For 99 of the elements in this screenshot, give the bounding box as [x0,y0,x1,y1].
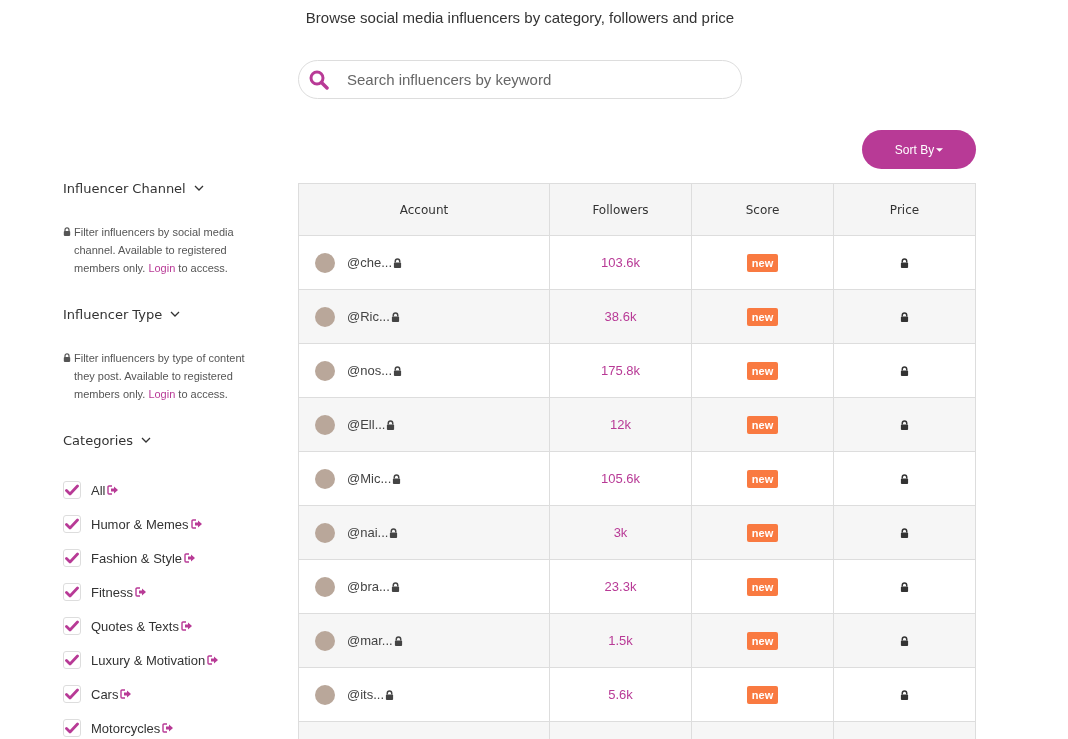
lock-icon [900,311,909,322]
lock-icon [900,581,909,592]
lock-icon [390,581,400,592]
follower-count: 103.6k [600,255,640,270]
category-label: Fashion & Style [91,550,183,566]
category-checkbox[interactable] [63,617,81,635]
account-handle[interactable]: @bra... [347,579,390,594]
sign-in-icon [134,587,147,597]
avatar-placeholder [315,306,335,327]
lock-icon [63,227,71,236]
account-handle[interactable]: @Ell... [347,417,386,432]
avatar-placeholder [315,522,335,543]
category-checkbox[interactable] [63,481,81,499]
sign-in-icon [162,723,175,733]
lock-icon [393,365,402,376]
lock-icon [385,689,395,700]
login-link[interactable]: Login [148,262,176,274]
avatar-placeholder [315,252,335,273]
account-handle[interactable]: @Ric... [347,309,390,324]
follower-count: 3k [613,525,628,540]
category-label: Luxury & Motivation [91,652,206,668]
locked-filter-note: Filter influencers by type of content they post. Available to registered members only. Login to access. [74,351,246,402]
follower-count: 175.8k [600,363,640,378]
category-label: Humor & Memes [91,516,189,532]
lock-icon [900,473,909,484]
avatar-placeholder [315,414,335,435]
avatar-placeholder [315,684,335,705]
score-badge: new [746,253,779,272]
lock-icon [900,257,909,268]
chevron-down-icon [193,185,204,191]
category-label: Motorcycles [91,720,161,736]
sign-in-icon [190,519,203,529]
sign-in-icon [180,621,193,631]
score-badge: new [746,631,779,650]
lock-icon [386,419,396,430]
category-checkbox[interactable] [63,719,81,737]
lock-icon [63,353,71,362]
category-checkbox[interactable] [63,583,81,601]
avatar-placeholder [315,468,335,489]
lock-icon [393,257,402,268]
column-header: Followers [550,184,692,235]
filter-section-toggle[interactable]: Influencer Type [63,305,298,323]
follower-count: 23.3k [604,579,637,594]
category-checkbox[interactable] [63,515,81,533]
category-checkbox[interactable] [63,549,81,567]
caret-icon [936,147,944,152]
score-badge: new [746,415,779,434]
score-badge: new [746,523,779,542]
account-handle[interactable]: @its... [347,687,385,702]
login-link[interactable]: Login [148,388,176,400]
filter-section-toggle[interactable]: Categories [63,431,298,449]
column-header: Price [888,201,921,219]
category-label: Quotes & Texts [91,618,179,634]
follower-count: 5.6k [608,687,633,702]
follower-count: 12k [610,417,631,432]
follower-count: 105.6k [600,471,640,486]
lock-icon [389,527,399,538]
lock-icon [900,419,909,430]
category-label: All [91,482,106,498]
lock-icon [390,311,400,322]
category-checkbox[interactable] [63,685,81,703]
search-icon [309,70,329,90]
lock-icon [900,365,909,376]
account-handle[interactable]: @nos... [347,363,392,378]
column-header: Score [692,184,834,235]
account-handle[interactable]: @nai... [347,525,389,540]
avatar-placeholder [315,630,335,651]
account-handle[interactable]: @che... [347,255,392,270]
follower-count: 1.5k [608,633,633,648]
locked-filter-note: Filter influencers by social media channel. Available to registered members only. Login to access. [74,225,235,276]
avatar-placeholder [315,360,335,381]
sign-in-icon [120,689,133,699]
chevron-down-icon [141,437,152,443]
follower-count: 38.6k [604,309,637,324]
category-checkbox[interactable] [63,651,81,669]
column-header: Account [299,184,550,235]
lock-icon [393,635,403,646]
sign-in-icon [107,485,120,495]
score-badge: new [746,577,779,596]
category-label: Cars [91,686,119,702]
sign-in-icon [207,655,220,665]
lock-icon [900,527,909,538]
score-badge: new [746,307,779,326]
sign-in-icon [184,553,197,563]
lock-icon [900,689,909,700]
lock-icon [392,473,402,484]
search-field[interactable]: Search influencers by keyword [298,60,742,99]
account-handle[interactable]: @Mic... [347,471,392,486]
score-badge: new [746,469,779,488]
chevron-down-icon [170,311,181,317]
score-badge: new [746,685,779,704]
account-handle[interactable]: @mar... [347,633,393,648]
score-badge: new [746,361,779,380]
avatar-placeholder [315,576,335,597]
page-subtitle: Browse social media influencers by category, followers and price [304,9,736,26]
category-label: Fitness [91,584,133,600]
sort-by-button[interactable]: Sort By [862,130,976,169]
lock-icon [900,635,909,646]
filter-section-toggle[interactable]: Influencer Channel [63,179,298,197]
